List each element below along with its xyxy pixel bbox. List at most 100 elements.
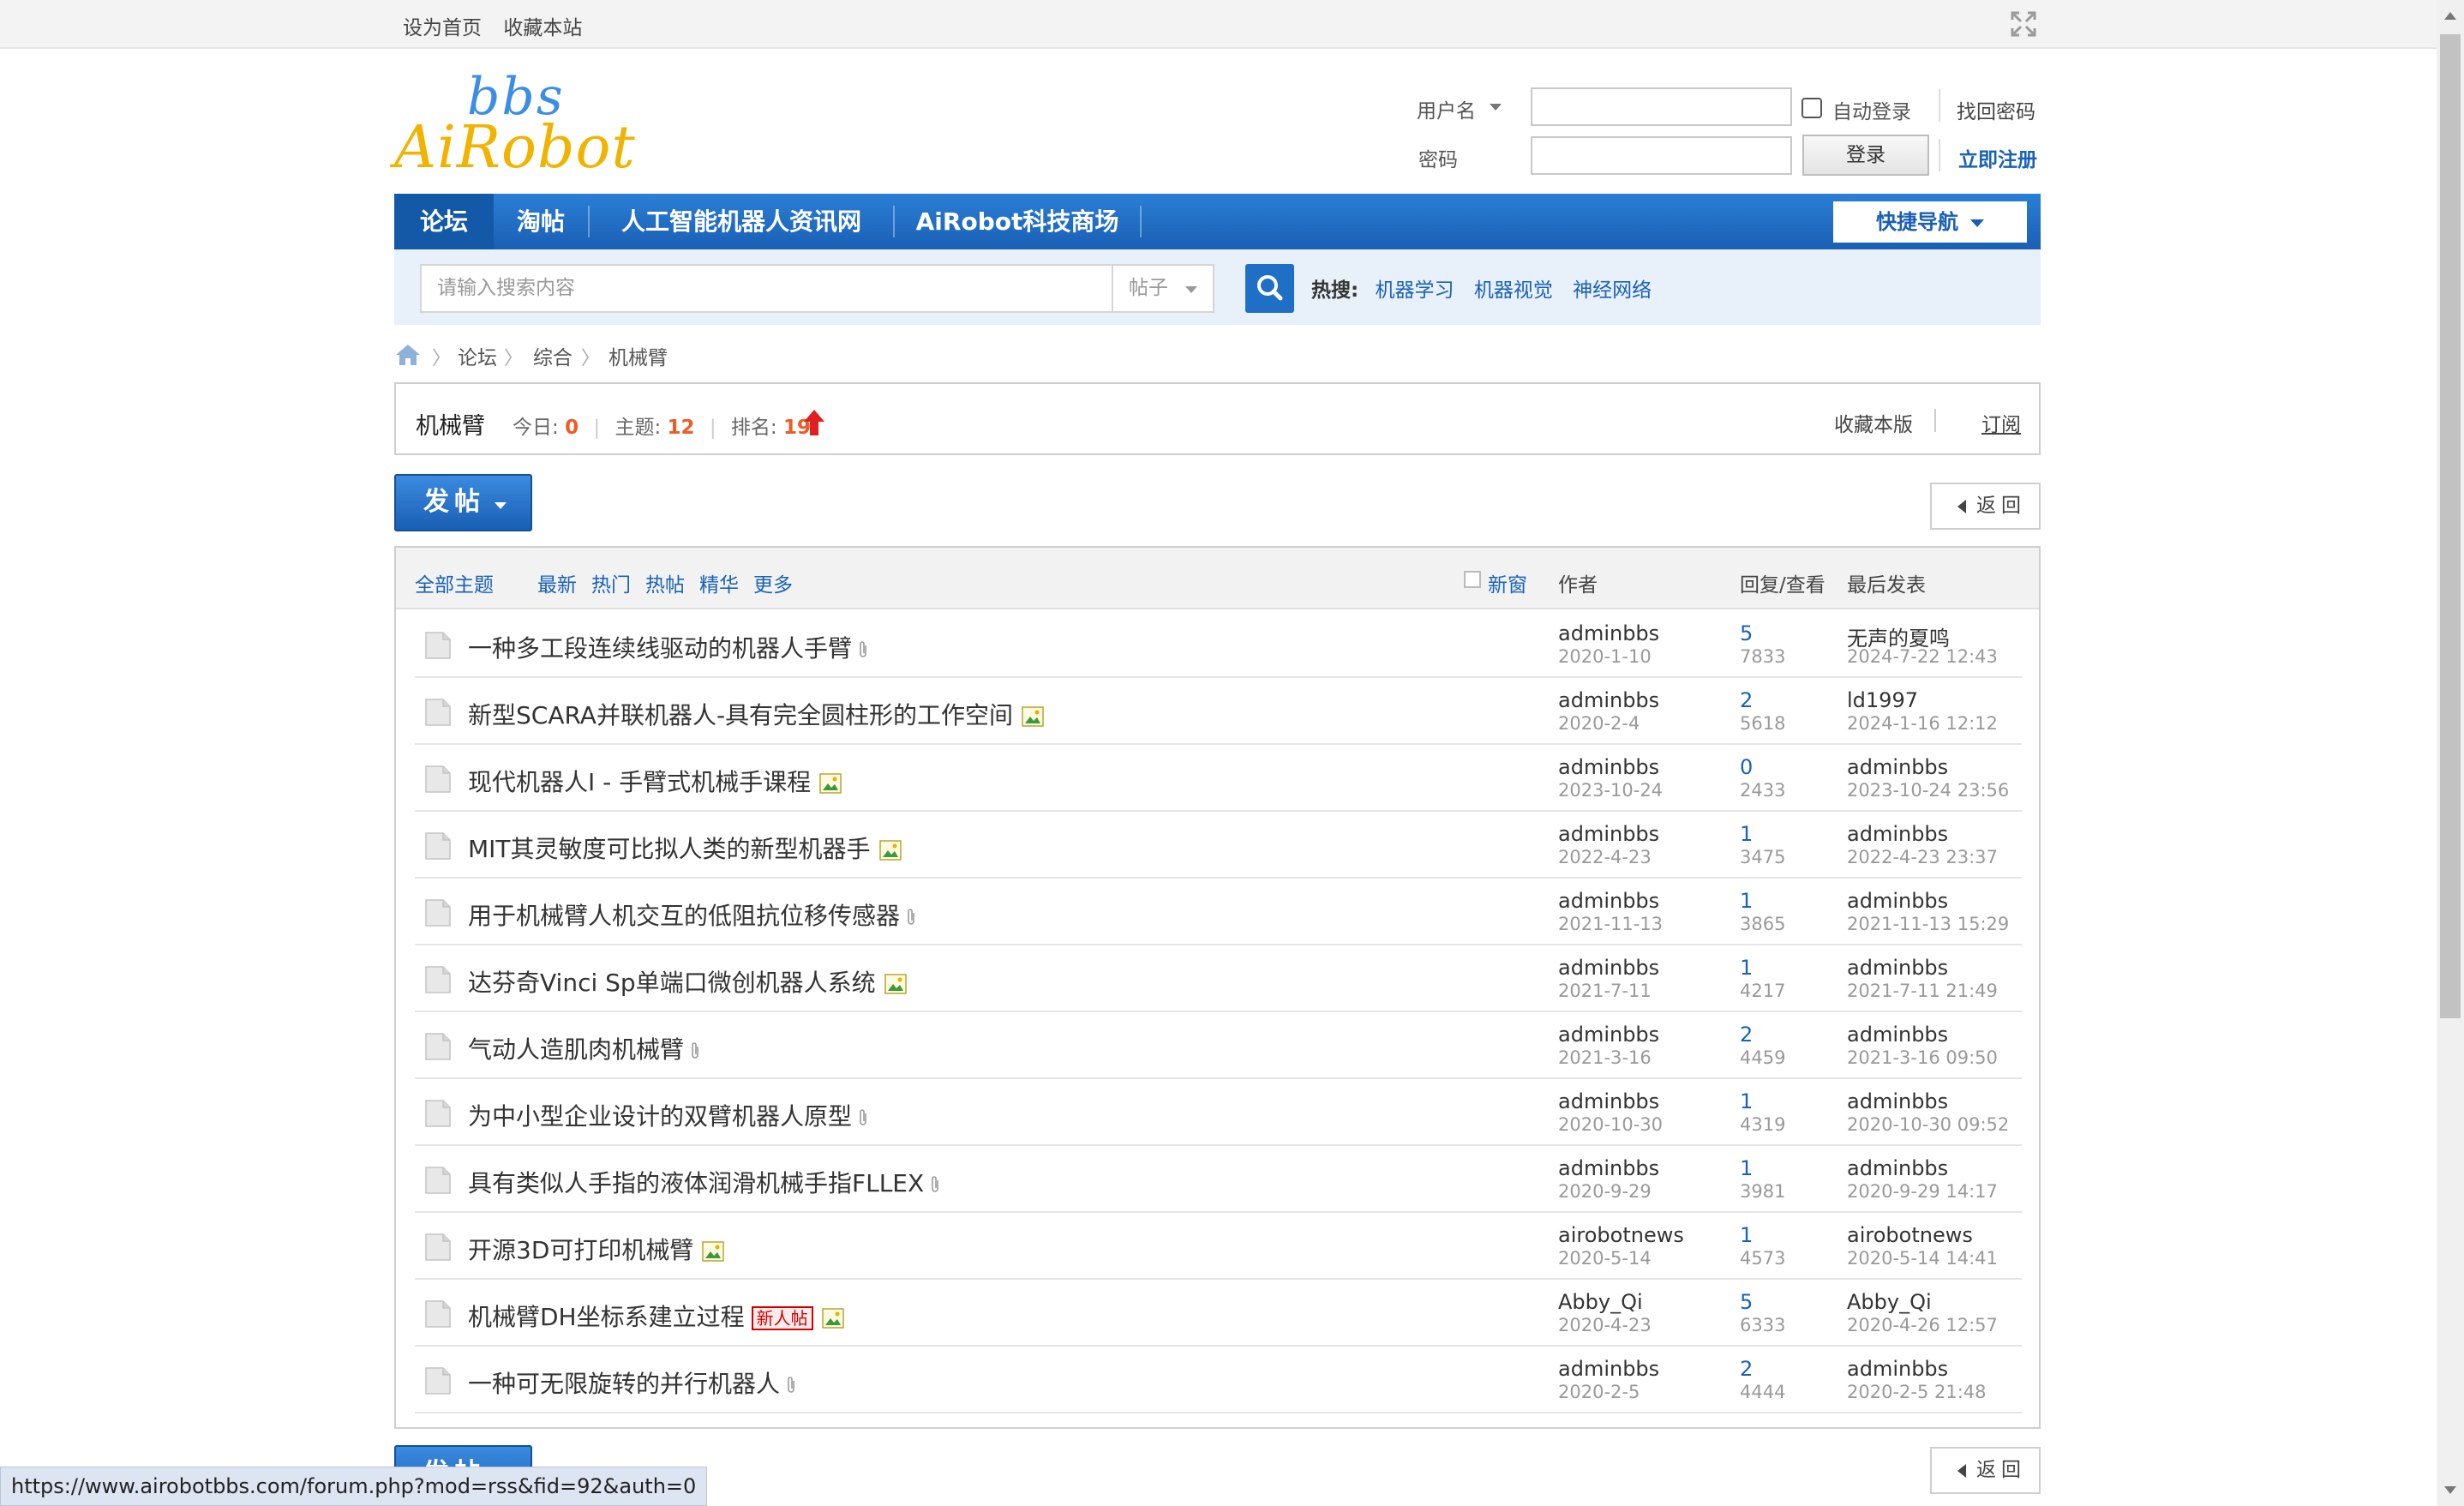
login-button[interactable]: 登录: [1802, 135, 1929, 176]
thread-author[interactable]: adminbbs: [1558, 822, 1659, 846]
filter-latest[interactable]: 最新: [537, 568, 577, 597]
last-post-date[interactable]: 2021-3-16 09:50: [1847, 1047, 1998, 1068]
nav-item-forum[interactable]: 论坛: [394, 194, 494, 249]
table-row[interactable]: 具有类似人手指的液体润滑机械手指FLLEX adminbbs 2020-9-29 1 3…: [415, 1146, 2022, 1213]
thread-author[interactable]: adminbbs: [1558, 1156, 1659, 1180]
thread-title-link[interactable]: MIT其灵敏度可比拟人类的新型机器手: [468, 831, 902, 865]
breadcrumb-forum[interactable]: 论坛: [458, 341, 497, 370]
table-row[interactable]: 一种可无限旋转的并行机器人 adminbbs 2020-2-5 2 4444 adminb…: [415, 1347, 2022, 1413]
username-input[interactable]: [1531, 87, 1792, 126]
fullscreen-icon[interactable]: [2011, 11, 2036, 37]
new-window-label[interactable]: 新窗: [1488, 568, 1527, 597]
thread-title-link[interactable]: 现代机器人I - 手臂式机械手课程: [468, 764, 842, 798]
favorite-site-link[interactable]: 收藏本站: [503, 17, 582, 39]
table-row[interactable]: 机械臂DH坐标系建立过程 新人帖 Abby_Qi 2020-4-23 5 6333 Abby…: [415, 1280, 2022, 1347]
thread-title-link[interactable]: 具有类似人手指的液体润滑机械手指FLLEX: [468, 1165, 941, 1199]
auto-login-checkbox[interactable]: [1802, 98, 1822, 118]
last-post-date[interactable]: 2020-4-26 12:57: [1847, 1315, 1998, 1335]
thread-reply-count[interactable]: 0: [1740, 755, 1753, 779]
username-label[interactable]: 用户名: [1417, 94, 1476, 123]
thread-title-link[interactable]: 气动人造肌肉机械臂: [468, 1031, 701, 1065]
filter-more[interactable]: 更多: [753, 568, 793, 597]
thread-reply-count[interactable]: 2: [1740, 1357, 1753, 1381]
thread-author[interactable]: adminbbs: [1558, 956, 1659, 980]
favorite-forum-link[interactable]: 收藏本版: [1834, 408, 1913, 437]
last-post-date[interactable]: 2021-11-13 15:29: [1847, 914, 2009, 934]
thread-reply-count[interactable]: 1: [1740, 1223, 1753, 1247]
home-icon[interactable]: [394, 343, 422, 367]
table-row[interactable]: 开源3D可打印机械臂 airobotnews 2020-5-14 1 4573 airob…: [415, 1213, 2022, 1280]
last-post-user[interactable]: adminbbs: [1847, 822, 1948, 846]
nav-item-taotie[interactable]: 淘帖: [494, 194, 588, 249]
last-post-date[interactable]: 2023-10-24 23:56: [1847, 780, 2009, 801]
thread-author[interactable]: adminbbs: [1558, 688, 1659, 712]
thread-title-link[interactable]: 达芬奇Vinci Sp单端口微创机器人系统: [468, 964, 907, 999]
last-post-date[interactable]: 2024-1-16 12:12: [1847, 713, 1998, 734]
thread-author[interactable]: adminbbs: [1558, 755, 1659, 779]
filter-digest[interactable]: 精华: [699, 568, 739, 597]
username-type-caret-icon[interactable]: [1490, 104, 1502, 111]
subscribe-link[interactable]: 订阅: [1981, 408, 2021, 437]
tab-all-topics[interactable]: 全部主题: [415, 568, 494, 597]
auto-login-label[interactable]: 自动登录: [1832, 95, 1911, 124]
thread-author[interactable]: airobotnews: [1558, 1223, 1684, 1247]
last-post-user[interactable]: ld1997: [1847, 688, 1918, 712]
last-post-user[interactable]: adminbbs: [1847, 755, 1948, 779]
thread-title-link[interactable]: 机械臂DH坐标系建立过程 新人帖: [468, 1299, 844, 1333]
table-row[interactable]: 一种多工段连续线驱动的机器人手臂 adminbbs 2020-1-10 5 7833 无声…: [415, 611, 2022, 678]
last-post-user[interactable]: adminbbs: [1847, 956, 1948, 980]
last-post-user[interactable]: airobotnews: [1847, 1223, 1973, 1247]
last-post-user[interactable]: adminbbs: [1847, 889, 1948, 913]
site-logo[interactable]: bbs AiRobot: [394, 67, 635, 183]
scrollbar-thumb[interactable]: [2440, 34, 2461, 1018]
table-row[interactable]: 达芬奇Vinci Sp单端口微创机器人系统 adminbbs 2021-7-11 1 4…: [415, 945, 2022, 1012]
last-post-user[interactable]: adminbbs: [1847, 1156, 1948, 1180]
hot-keyword[interactable]: 机器视觉: [1474, 279, 1553, 302]
last-post-date[interactable]: 2020-9-29 14:17: [1847, 1181, 1998, 1202]
last-post-date[interactable]: 2020-5-14 14:41: [1847, 1248, 1998, 1269]
last-post-date[interactable]: 2020-2-5 21:48: [1847, 1382, 1987, 1402]
breadcrumb-current[interactable]: 机械臂: [609, 341, 668, 370]
new-window-checkbox[interactable]: [1464, 571, 1481, 588]
thread-title-link[interactable]: 一种可无限旋转的并行机器人: [468, 1365, 797, 1400]
set-home-link[interactable]: 设为首页: [403, 17, 482, 39]
thread-reply-count[interactable]: 1: [1740, 822, 1753, 846]
thread-reply-count[interactable]: 2: [1740, 1023, 1753, 1047]
table-row[interactable]: 气动人造肌肉机械臂 adminbbs 2021-3-16 2 4459 adminbbs 2…: [415, 1012, 2022, 1079]
last-post-user[interactable]: adminbbs: [1847, 1357, 1948, 1381]
last-post-date[interactable]: 2022-4-23 23:37: [1847, 847, 1998, 867]
retrieve-password-link[interactable]: 找回密码: [1957, 95, 2035, 124]
search-button[interactable]: [1245, 264, 1294, 313]
scroll-up-arrow-icon[interactable]: [2444, 12, 2456, 20]
last-post-date[interactable]: 2021-7-11 21:49: [1847, 981, 1998, 1001]
scroll-down-arrow-icon[interactable]: [2444, 1486, 2456, 1494]
hot-keyword[interactable]: 机器学习: [1376, 279, 1454, 302]
new-post-button[interactable]: 发帖: [394, 474, 532, 531]
table-row[interactable]: MIT其灵敏度可比拟人类的新型机器手 adminbbs 2022-4-23 1 3475…: [415, 812, 2022, 879]
last-post-user[interactable]: adminbbs: [1847, 1089, 1948, 1113]
search-type-select[interactable]: 帖子: [1112, 264, 1214, 313]
thread-reply-count[interactable]: 1: [1740, 1089, 1753, 1113]
thread-reply-count[interactable]: 1: [1740, 889, 1753, 913]
nav-item-ai-news[interactable]: 人工智能机器人资讯网: [590, 194, 893, 249]
filter-popular[interactable]: 热门: [591, 568, 631, 597]
last-post-user[interactable]: Abby_Qi: [1847, 1290, 1932, 1314]
thread-title-link[interactable]: 用于机械臂人机交互的低阻抗位移传感器: [468, 897, 917, 932]
back-button-bottom[interactable]: 返回: [1930, 1447, 2041, 1494]
nav-item-shop[interactable]: AiRobot科技商场: [895, 194, 1140, 249]
thread-title-link[interactable]: 开源3D可打印机械臂: [468, 1232, 725, 1266]
table-row[interactable]: 为中小型企业设计的双臂机器人原型 adminbbs 2020-10-30 1 4319 a…: [415, 1079, 2022, 1146]
register-link[interactable]: 立即注册: [1958, 143, 2037, 172]
table-row[interactable]: 新型SCARA并联机器人-具有完全圆柱形的工作空间 adminbbs 2020-2-…: [415, 678, 2022, 745]
table-row[interactable]: 用于机械臂人机交互的低阻抗位移传感器 adminbbs 2021-11-13 1 386…: [415, 879, 2022, 945]
last-post-user[interactable]: adminbbs: [1847, 1023, 1948, 1047]
filter-hot[interactable]: 热帖: [645, 568, 685, 597]
thread-reply-count[interactable]: 2: [1740, 688, 1753, 712]
hot-keyword[interactable]: 神经网络: [1573, 279, 1652, 302]
breadcrumb-general[interactable]: 综合: [533, 341, 573, 370]
password-input[interactable]: [1531, 136, 1792, 175]
thread-reply-count[interactable]: 1: [1740, 956, 1753, 980]
thread-author[interactable]: adminbbs: [1558, 1089, 1659, 1113]
thread-reply-count[interactable]: 5: [1740, 621, 1753, 645]
last-post-date[interactable]: 2020-10-30 09:52: [1847, 1114, 2009, 1135]
